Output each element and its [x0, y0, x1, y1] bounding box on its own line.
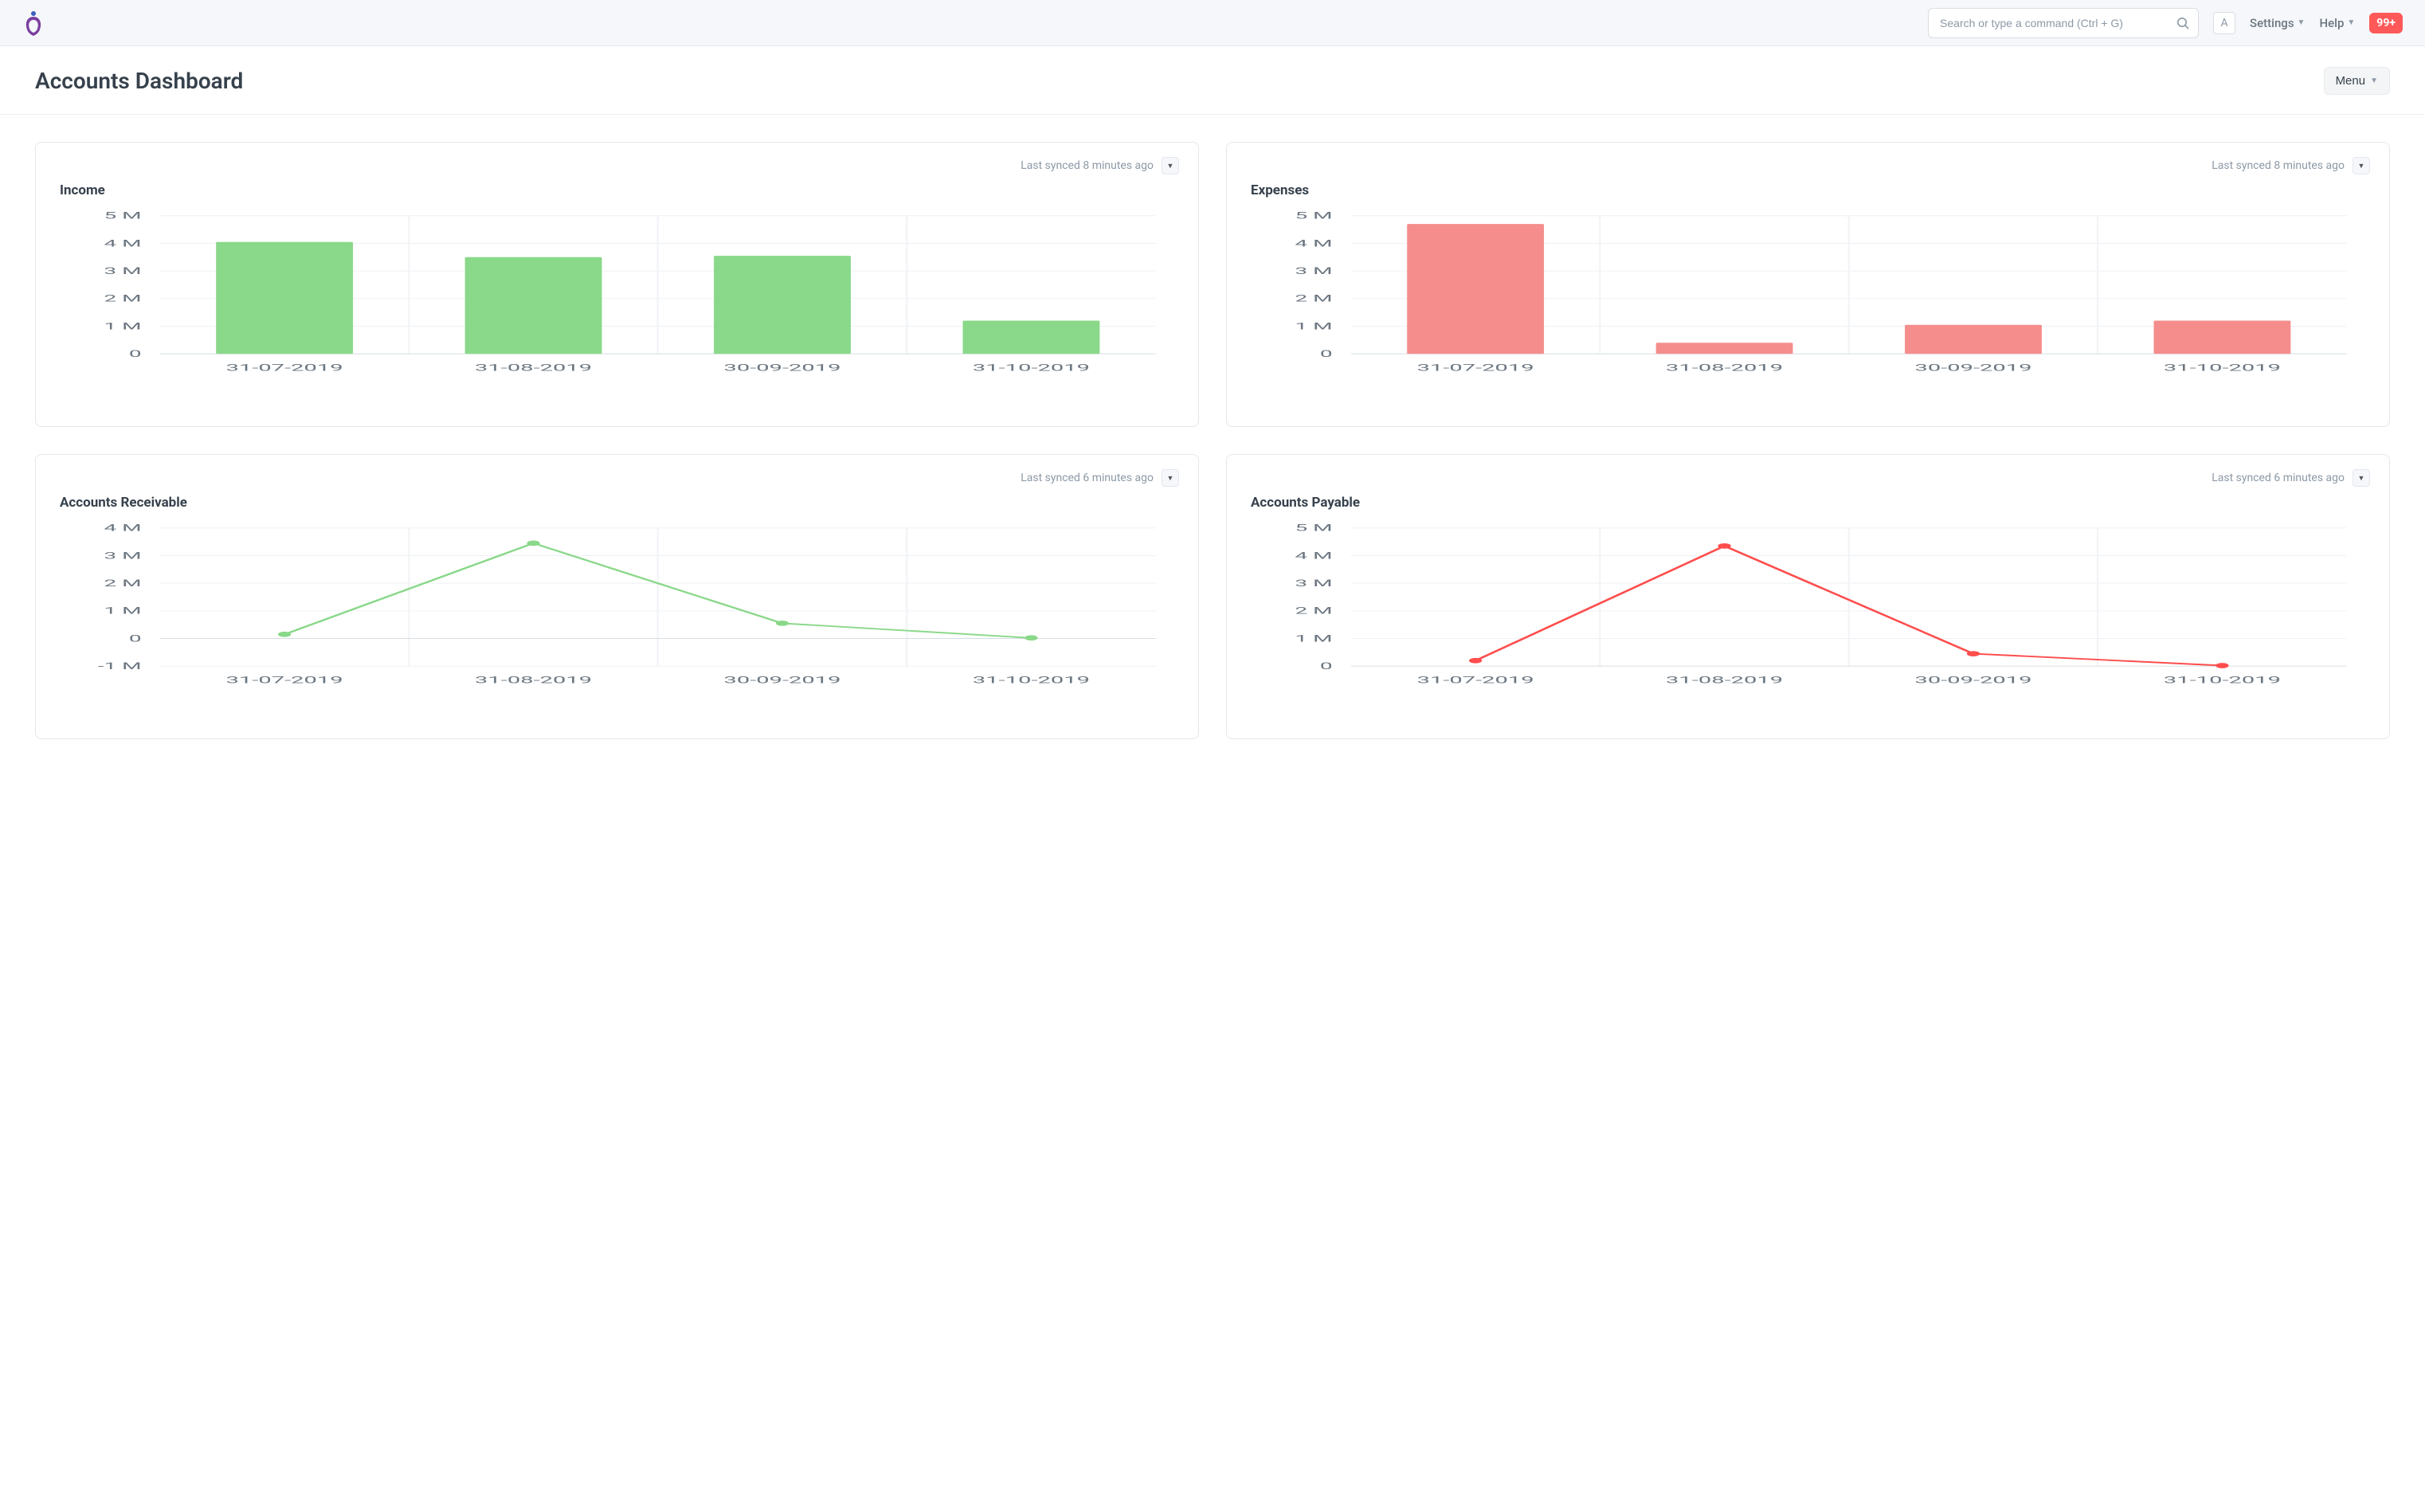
svg-text:5 M: 5 M	[1295, 523, 1333, 533]
svg-text:31-07-2019: 31-07-2019	[226, 675, 343, 686]
sync-status: Last synced 8 minutes ago	[2211, 159, 2345, 172]
card-title: Income	[60, 182, 1174, 198]
notifications-badge[interactable]: 99+	[2369, 13, 2403, 33]
help-menu[interactable]: Help ▼	[2319, 16, 2355, 30]
svg-text:5 M: 5 M	[104, 210, 142, 221]
svg-text:0: 0	[129, 349, 142, 359]
card-expenses: Last synced 8 minutes ago ▼ Expenses 0 1 …	[1226, 142, 2390, 427]
card-options-button[interactable]: ▼	[1162, 157, 1179, 174]
card-options-button[interactable]: ▼	[2353, 157, 2370, 174]
app-logo[interactable]	[22, 9, 46, 37]
svg-text:1 M: 1 M	[1295, 633, 1333, 644]
svg-text:31-08-2019: 31-08-2019	[475, 362, 592, 374]
caret-down-icon: ▼	[2298, 18, 2306, 27]
caret-down-icon: ▼	[2370, 76, 2378, 85]
svg-text:30-09-2019: 30-09-2019	[1914, 675, 2031, 686]
caret-down-icon: ▼	[1167, 474, 1174, 483]
card-title: Accounts Receivable	[60, 495, 1174, 511]
svg-text:4 M: 4 M	[104, 238, 142, 249]
chart-accounts-receivable: -1 M 0 1 M 2 M 3 M 4 M 31-07-2019 31-08-2019 30-…	[60, 523, 1174, 691]
top-navbar: A Settings ▼ Help ▼ 99+	[0, 0, 2425, 46]
chart-income: 0 1 M 2 M 3 M 4 M 5 M 31-07-2019 31-08-2019 30-0…	[60, 211, 1174, 378]
svg-text:31-10-2019: 31-10-2019	[973, 362, 1090, 374]
svg-text:31-07-2019: 31-07-2019	[226, 362, 343, 374]
chart-accounts-payable: 0 1 M 2 M 3 M 4 M 5 M 31-07-2019 31-08-2019 30-0…	[1251, 523, 2365, 691]
caret-down-icon: ▼	[2347, 18, 2355, 27]
card-options-button[interactable]: ▼	[2353, 469, 2370, 487]
sync-status: Last synced 6 minutes ago	[2211, 472, 2345, 484]
caret-down-icon: ▼	[1167, 162, 1174, 170]
search-icon	[2176, 17, 2189, 29]
svg-text:0: 0	[1320, 661, 1333, 672]
dashboard-grid: Last synced 8 minutes ago ▼ Income 0 1 M 2…	[0, 115, 2425, 766]
svg-text:31-10-2019: 31-10-2019	[2164, 675, 2281, 686]
svg-text:31-08-2019: 31-08-2019	[1666, 675, 1783, 686]
card-accounts-receivable: Last synced 6 minutes ago ▼ Accounts Rec…	[35, 454, 1199, 739]
svg-text:3 M: 3 M	[1295, 266, 1333, 276]
svg-text:31-07-2019: 31-07-2019	[1417, 362, 1534, 374]
svg-text:2 M: 2 M	[1295, 293, 1333, 304]
notifications-count: 99+	[2376, 17, 2396, 29]
svg-text:4 M: 4 M	[1295, 238, 1333, 249]
search-input[interactable]	[1928, 8, 2199, 38]
menu-label: Menu	[2336, 74, 2366, 88]
avatar-letter: A	[2220, 17, 2227, 29]
page-header: Accounts Dashboard Menu ▼	[0, 46, 2425, 115]
caret-down-icon: ▼	[2358, 474, 2365, 483]
svg-text:2 M: 2 M	[104, 578, 142, 589]
svg-text:31-08-2019: 31-08-2019	[1666, 362, 1783, 374]
card-title: Expenses	[1251, 182, 2365, 198]
svg-text:2 M: 2 M	[1295, 605, 1333, 616]
svg-text:31-08-2019: 31-08-2019	[475, 675, 592, 686]
svg-text:3 M: 3 M	[1295, 578, 1333, 589]
settings-label: Settings	[2250, 16, 2294, 30]
global-search	[1928, 8, 2199, 38]
svg-text:1 M: 1 M	[104, 605, 142, 616]
svg-text:5 M: 5 M	[1295, 210, 1333, 221]
svg-text:30-09-2019: 30-09-2019	[723, 362, 840, 374]
page-title: Accounts Dashboard	[35, 68, 243, 94]
svg-text:31-10-2019: 31-10-2019	[2164, 362, 2281, 374]
svg-text:0: 0	[1320, 349, 1333, 359]
svg-text:3 M: 3 M	[104, 550, 142, 561]
svg-text:31-10-2019: 31-10-2019	[973, 675, 1090, 686]
svg-text:30-09-2019: 30-09-2019	[1914, 362, 2031, 374]
card-title: Accounts Payable	[1251, 495, 2365, 511]
avatar-button[interactable]: A	[2213, 12, 2235, 34]
svg-text:1 M: 1 M	[104, 321, 142, 331]
svg-text:30-09-2019: 30-09-2019	[723, 675, 840, 686]
help-label: Help	[2319, 16, 2344, 30]
caret-down-icon: ▼	[2358, 162, 2365, 170]
card-options-button[interactable]: ▼	[1162, 469, 1179, 487]
sync-status: Last synced 8 minutes ago	[1021, 159, 1154, 172]
svg-text:-1 M: -1 M	[98, 661, 142, 672]
card-income: Last synced 8 minutes ago ▼ Income 0 1 M 2…	[35, 142, 1199, 427]
svg-text:2 M: 2 M	[104, 293, 142, 304]
svg-text:0: 0	[129, 633, 142, 644]
chart-expenses: 0 1 M 2 M 3 M 4 M 5 M 31-07-2019 31-08-2019 30-0…	[1251, 211, 2365, 378]
dashboard-menu-button[interactable]: Menu ▼	[2324, 67, 2390, 95]
svg-text:4 M: 4 M	[1295, 550, 1333, 561]
svg-text:1 M: 1 M	[1295, 321, 1333, 331]
svg-text:4 M: 4 M	[104, 523, 142, 533]
sync-status: Last synced 6 minutes ago	[1021, 472, 1154, 484]
svg-text:31-07-2019: 31-07-2019	[1417, 675, 1534, 686]
card-accounts-payable: Last synced 6 minutes ago ▼ Accounts Pay…	[1226, 454, 2390, 739]
settings-menu[interactable]: Settings ▼	[2250, 16, 2305, 30]
svg-text:3 M: 3 M	[104, 266, 142, 276]
